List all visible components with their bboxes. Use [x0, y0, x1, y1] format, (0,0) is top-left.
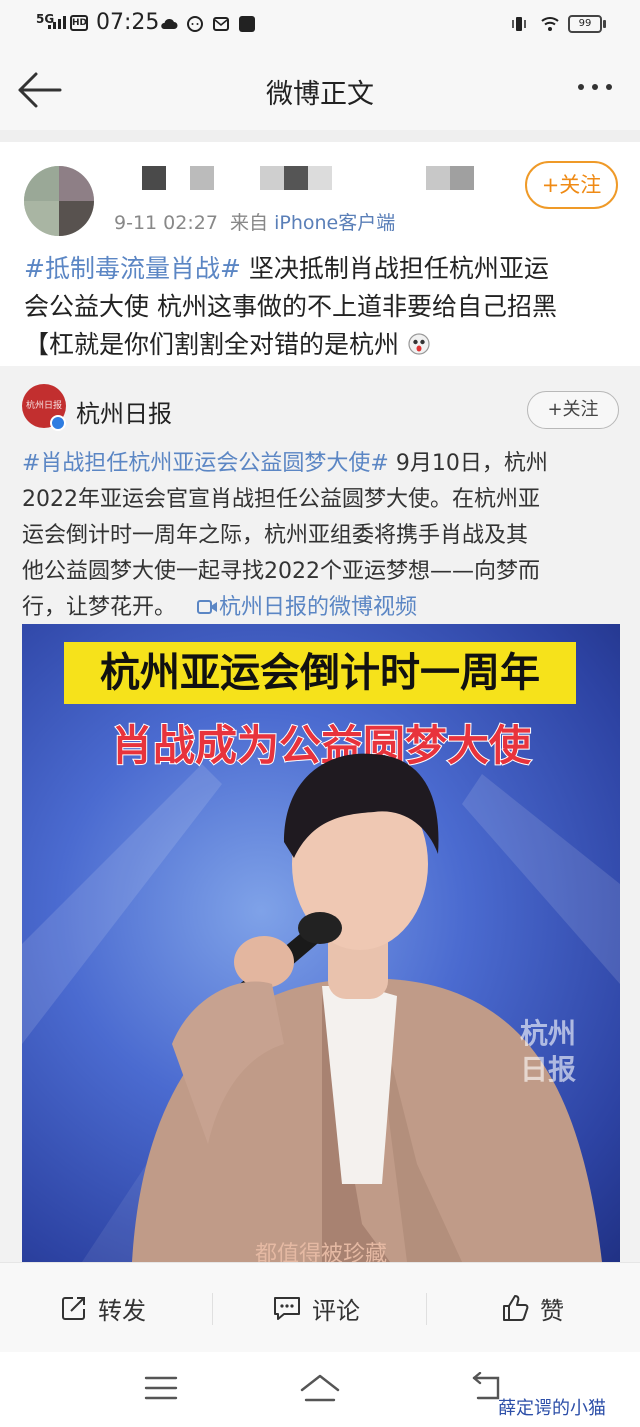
repost-author[interactable]: 杭州日报	[76, 394, 172, 429]
video-watermark: 杭州 日报	[520, 1016, 576, 1088]
repost-button[interactable]: 转发	[60, 1263, 146, 1353]
thumbs-up-icon	[503, 1295, 529, 1321]
hd-icon: HD	[70, 15, 88, 31]
post-body-line: 坚决抵制肖战担任杭州亚运	[240, 254, 549, 283]
avatar[interactable]	[24, 166, 94, 236]
battery-tip	[603, 20, 606, 28]
hashtag-link[interactable]: #抵制毒流量肖战#	[24, 254, 241, 283]
divider	[212, 1293, 213, 1325]
follow-button[interactable]: +关注	[525, 161, 618, 209]
comment-button[interactable]: 评论	[272, 1263, 360, 1353]
comment-label: 评论	[312, 1296, 360, 1325]
more-options-icon[interactable]	[578, 84, 612, 90]
status-bar: 5G HD 07:25 99	[0, 0, 640, 50]
singer-figure	[132, 753, 602, 1262]
page-title: 微博正文	[266, 79, 374, 110]
post-time: 9-11 02:27	[114, 212, 218, 234]
watermark-line: 日报	[520, 1053, 577, 1086]
wifi-icon	[541, 17, 559, 31]
watermark-text: 薛定谔的小猫	[498, 1398, 606, 1419]
post-meta: 9-11 02:27 来自 iPhone客户端	[114, 208, 395, 235]
divider	[426, 1293, 427, 1325]
action-bar: 转发 评论 赞	[0, 1262, 640, 1352]
video-link-label[interactable]: 杭州日报的微博视频	[219, 595, 417, 620]
message-icon	[187, 16, 203, 32]
mail-icon	[213, 17, 229, 31]
cloud-icon	[161, 18, 178, 29]
repost-body: #肖战担任杭州亚运会公益圆梦大使# 9月10日，杭州 2022年亚运会官宣肖战担…	[22, 446, 622, 626]
like-label: 赞	[540, 1296, 564, 1325]
menu-icon[interactable]	[144, 1374, 178, 1402]
post-body-line: 【杠就是你们割割全对错的是杭州	[24, 330, 400, 359]
post-from-label: 来自	[230, 212, 269, 234]
divider	[0, 130, 640, 142]
video-link[interactable]: 杭州日报的微博视频	[197, 595, 417, 620]
emoji-icon	[408, 333, 430, 355]
like-button[interactable]: 赞	[500, 1263, 564, 1353]
video-icon	[197, 600, 217, 614]
verified-badge-icon	[50, 415, 66, 431]
repost-body-line: 2022年亚运会官宣肖战担任公益圆梦大使。在杭州亚	[22, 487, 540, 512]
repost-body-line: 运会倒计时一周年之际，杭州亚组委将携手肖战及其	[22, 523, 529, 548]
app-icon	[239, 16, 255, 32]
repost-follow-button[interactable]: +关注	[527, 391, 619, 429]
repost-hashtag-link[interactable]: #肖战担任杭州亚运会公益圆梦大使#	[22, 451, 389, 476]
post-source[interactable]: iPhone客户端	[274, 212, 395, 234]
repost-body-line: 他公益圆梦大使一起寻找2022个亚运梦想——向梦而	[22, 559, 540, 584]
repost-label: 转发	[98, 1296, 146, 1325]
signal-icon	[48, 16, 66, 29]
share-icon	[62, 1297, 85, 1320]
repost-body-line: 9月10日，杭州	[388, 451, 548, 476]
post-body-line: 会公益大使 杭州这事做的不上道非要给自己招黑	[24, 292, 557, 321]
comment-icon	[274, 1297, 300, 1320]
repost-body-line: 行，让梦花开。	[22, 595, 177, 620]
nav-header: 微博正文	[0, 50, 640, 130]
vibrate-icon	[512, 17, 526, 31]
watermark-line: 杭州	[520, 1017, 577, 1050]
video-subtitle: 都值得被珍藏	[254, 1242, 387, 1262]
battery-icon: 99	[568, 15, 602, 33]
clock: 07:25	[96, 10, 160, 35]
post-body: #抵制毒流量肖战# 坚决抵制肖战担任杭州亚运 会公益大使 杭州这事做的不上道非要…	[24, 250, 624, 364]
home-icon[interactable]	[298, 1372, 342, 1404]
video-player[interactable]: 杭州亚运会倒计时一周年 肖战成为公益圆梦大使 杭州 日报 都值得被珍藏	[22, 624, 620, 1262]
